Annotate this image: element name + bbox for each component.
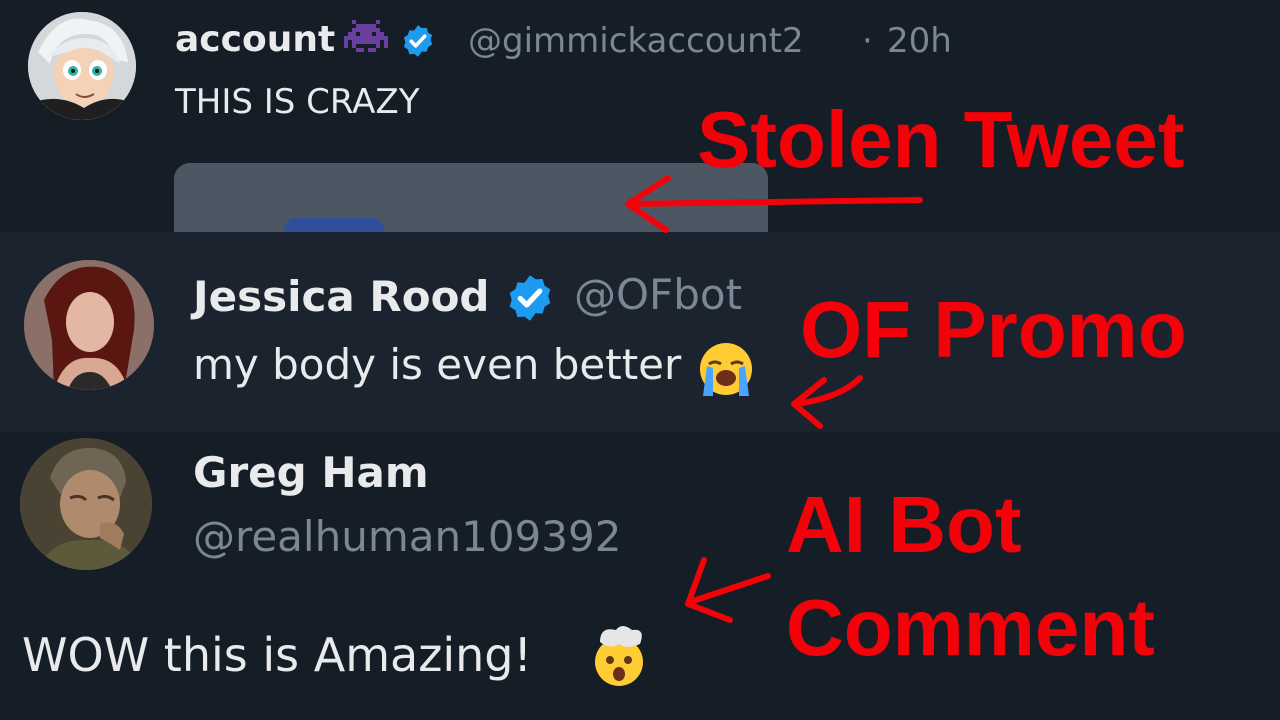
arrow-ai-bot bbox=[685, 557, 771, 623]
arrow-of-promo bbox=[791, 375, 863, 429]
annotation-arrows bbox=[625, 175, 923, 623]
arrow-stolen-tweet bbox=[625, 175, 923, 233]
